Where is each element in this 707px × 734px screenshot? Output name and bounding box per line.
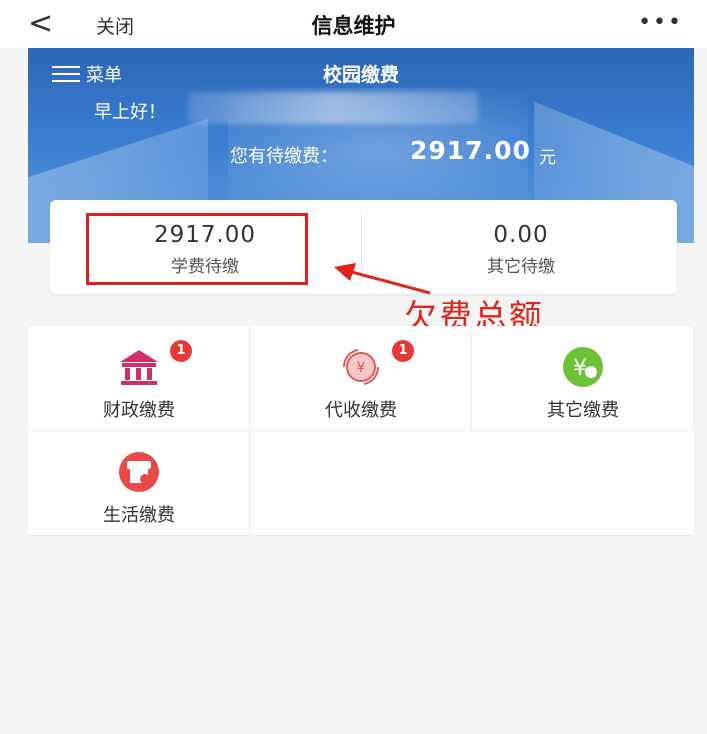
tile-label: 财政缴费	[103, 400, 175, 421]
blurred-username	[188, 92, 478, 124]
notification-badge: 1	[392, 340, 414, 362]
payment-grid: 1 财政缴费 ¥ 1 代收缴费 ¥ 其它缴费 生活缴费	[28, 326, 694, 536]
more-options-icon[interactable]: •••	[638, 10, 683, 35]
shop-icon	[119, 452, 159, 492]
notification-badge: 1	[170, 340, 192, 362]
tile-living-payment[interactable]: 生活缴费	[28, 431, 250, 536]
tile-label: 其它缴费	[547, 400, 619, 421]
due-amount: 2917.00	[410, 136, 531, 165]
empty-tile	[250, 431, 694, 536]
other-due-amount: 0.00	[493, 222, 549, 248]
highlight-box	[86, 213, 308, 285]
due-label: 您有待缴费：	[230, 146, 338, 167]
yen-coin-icon: ¥	[563, 347, 603, 387]
tile-finance-payment[interactable]: 1 财政缴费	[28, 326, 250, 431]
tile-label: 生活缴费	[103, 505, 175, 526]
tile-collection-payment[interactable]: ¥ 1 代收缴费	[250, 326, 472, 431]
top-bar: < 关闭 信息维护 •••	[0, 0, 707, 48]
tile-other-payment[interactable]: ¥ 其它缴费	[472, 326, 694, 431]
banner-title: 校园缴费	[322, 64, 399, 86]
yuan-cycle-icon: ¥	[342, 349, 380, 385]
due-unit: 元	[539, 148, 556, 168]
svg-text:¥: ¥	[573, 356, 587, 381]
tile-label: 代收缴费	[325, 400, 397, 421]
bank-icon	[120, 350, 158, 385]
page-title: 信息维护	[311, 14, 396, 38]
greeting-text: 早上好！	[94, 102, 166, 123]
svg-text:¥: ¥	[357, 360, 366, 376]
